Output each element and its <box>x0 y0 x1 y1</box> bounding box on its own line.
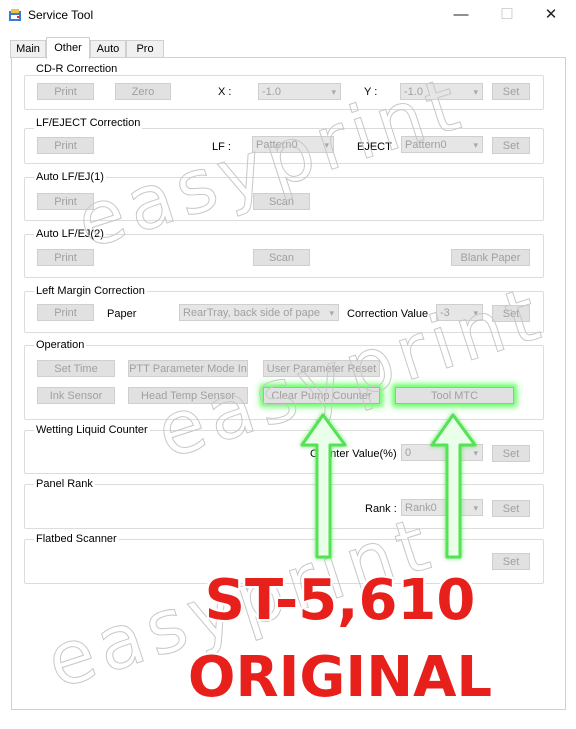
group-title-autolf1: Auto LF/EJ(1) <box>34 171 106 183</box>
group-title-autolf2: Auto LF/EJ(2) <box>34 228 106 240</box>
tab-pro[interactable]: Pro <box>126 40 164 58</box>
cdr-x-value: -1.0 <box>262 86 281 98</box>
group-title-flatbed: Flatbed Scanner <box>34 533 119 545</box>
group-title-lfeject: LF/EJECT Correction <box>34 117 143 129</box>
chevron-down-icon: ▾ <box>473 140 478 150</box>
leftmargin-print-button[interactable]: Print <box>37 304 94 321</box>
chevron-down-icon: ▾ <box>324 140 329 150</box>
chevron-down-icon: ▾ <box>473 87 478 97</box>
eject-label: EJECT <box>357 141 392 153</box>
head-temp-sensor-button[interactable]: Head Temp Sensor <box>128 387 248 404</box>
wetting-set-button[interactable]: Set <box>492 445 530 462</box>
set-time-button[interactable]: Set Time <box>37 360 115 377</box>
autolf1-print-button[interactable]: Print <box>37 193 94 210</box>
group-title-operation: Operation <box>34 339 87 351</box>
autolf2-blank-paper-button[interactable]: Blank Paper <box>451 249 530 266</box>
lfeject-set-button[interactable]: Set <box>492 137 530 154</box>
group-title-cdr: CD-R Correction <box>34 63 120 75</box>
tool-mtc-button[interactable]: Tool MTC <box>395 387 514 404</box>
cdr-x-select[interactable]: -1.0 ▾ <box>258 83 341 100</box>
correction-value-label: Correction Value <box>347 308 429 320</box>
autolf2-print-button[interactable]: Print <box>37 249 94 266</box>
leftmargin-set-button[interactable]: Set <box>492 305 530 322</box>
cdr-zero-button[interactable]: Zero <box>115 83 171 100</box>
panelrank-set-button[interactable]: Set <box>492 500 530 517</box>
title-bar[interactable]: Service Tool — ☐ ✕ <box>0 0 576 30</box>
user-parameter-reset-button[interactable]: User Parameter Reset <box>263 360 380 377</box>
group-title-leftmargin: Left Margin Correction <box>34 285 147 297</box>
autolf2-scan-button[interactable]: Scan <box>253 249 310 266</box>
lf-pattern-value: Pattern0 <box>256 139 298 151</box>
arrow-up-icon <box>430 413 477 559</box>
maximize-button: ☐ <box>500 6 514 23</box>
paper-select[interactable]: RearTray, back side of pape ▾ <box>179 304 339 321</box>
cdr-set-button[interactable]: Set <box>492 83 530 100</box>
cdr-x-label: X : <box>218 86 232 98</box>
ink-sensor-button[interactable]: Ink Sensor <box>37 387 115 404</box>
paper-label: Paper <box>107 308 137 320</box>
close-button[interactable]: ✕ <box>528 4 574 26</box>
arrow-up-icon-group <box>300 413 477 559</box>
group-title-panelrank: Panel Rank <box>34 478 95 490</box>
paper-value: RearTray, back side of pape <box>183 307 320 319</box>
cdr-y-value: -1.0 <box>404 86 423 98</box>
cdr-y-select[interactable]: -1.0 ▾ <box>400 83 483 100</box>
cdr-print-button[interactable]: Print <box>37 83 94 100</box>
eject-pattern-select[interactable]: Pattern0 ▾ <box>401 136 483 153</box>
app-icon <box>9 9 21 21</box>
arrow-up-icon <box>300 413 347 559</box>
lf-label: LF : <box>212 141 231 153</box>
eject-pattern-value: Pattern0 <box>405 139 447 151</box>
window-title: Service Tool <box>28 8 94 22</box>
ptt-parameter-mode-button[interactable]: PTT Parameter Mode In <box>128 360 248 377</box>
chevron-down-icon: ▾ <box>473 308 478 318</box>
clear-pump-counter-button[interactable]: Clear Pump Counter <box>263 387 380 404</box>
promo-model-text: ST-5,610 <box>204 568 476 633</box>
tab-auto[interactable]: Auto <box>90 40 126 58</box>
tab-main[interactable]: Main <box>10 40 46 58</box>
group-title-wetting: Wetting Liquid Counter <box>34 424 150 436</box>
minimize-button[interactable]: — <box>438 4 484 26</box>
chevron-down-icon: ▾ <box>331 87 336 97</box>
correction-value-select[interactable]: -3 ▾ <box>436 304 483 321</box>
promo-original-text: ORIGINAL <box>187 645 493 710</box>
cdr-y-label: Y : <box>364 86 378 98</box>
chevron-down-icon: ▾ <box>329 308 334 318</box>
autolf1-scan-button[interactable]: Scan <box>253 193 310 210</box>
lf-pattern-select[interactable]: Pattern0 ▾ <box>252 136 334 153</box>
tab-other[interactable]: Other <box>46 37 90 59</box>
lfeject-print-button[interactable]: Print <box>37 137 94 154</box>
correction-value: -3 <box>440 307 450 319</box>
